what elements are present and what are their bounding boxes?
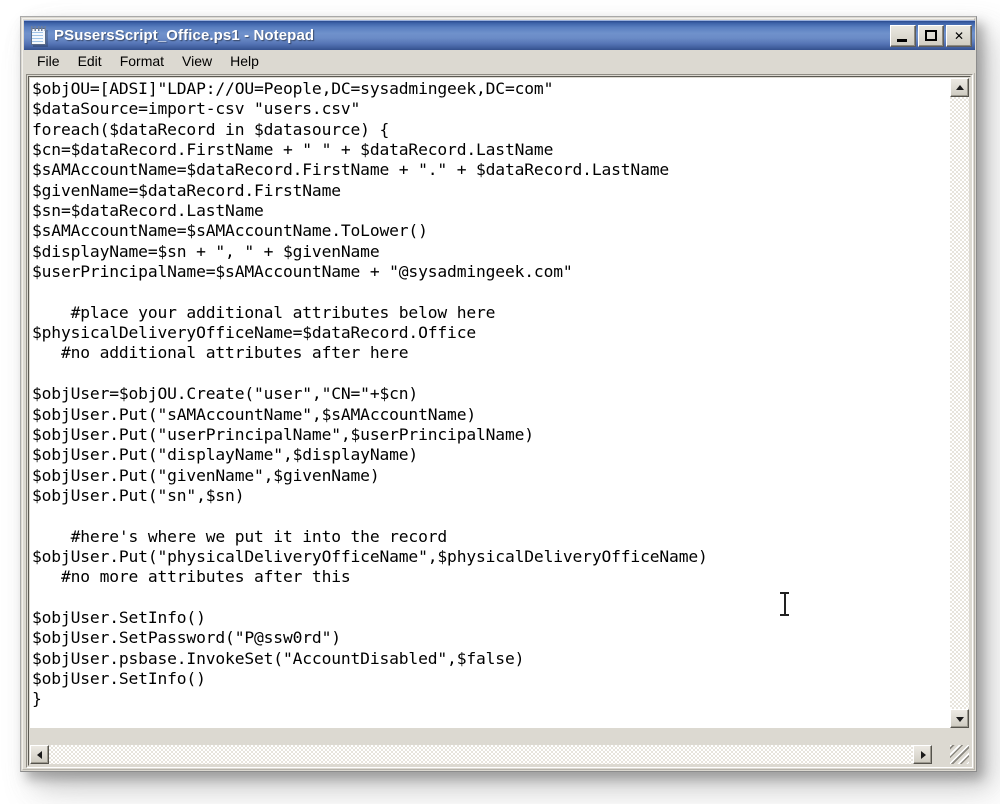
scroll-up-button[interactable] bbox=[950, 78, 969, 97]
menu-edit[interactable]: Edit bbox=[69, 51, 111, 72]
menu-file[interactable]: File bbox=[28, 51, 69, 72]
scroll-left-button[interactable] bbox=[30, 745, 49, 764]
menu-view[interactable]: View bbox=[173, 51, 221, 72]
scroll-down-arrow-icon bbox=[955, 716, 964, 722]
text-editor-area[interactable]: $objOU=[ADSI]"LDAP://OU=People,DC=sysadm… bbox=[30, 78, 951, 728]
vertical-scroll-trough[interactable] bbox=[950, 97, 969, 709]
scroll-up-arrow-icon bbox=[955, 84, 964, 90]
menu-help[interactable]: Help bbox=[221, 51, 268, 72]
maximize-icon bbox=[925, 29, 937, 41]
scroll-right-arrow-icon bbox=[920, 750, 926, 759]
horizontal-scrollbar[interactable] bbox=[30, 745, 951, 764]
close-button[interactable]: ✕ bbox=[946, 24, 972, 47]
vertical-scrollbar[interactable] bbox=[950, 78, 969, 728]
minimize-icon bbox=[897, 38, 907, 42]
page-root: PSusersScript_Office.ps1 - Notepad ✕ Fil… bbox=[0, 0, 1000, 804]
window-title: PSusersScript_Office.ps1 - Notepad bbox=[54, 27, 315, 44]
close-icon: ✕ bbox=[953, 28, 965, 43]
horizontal-scroll-trough[interactable] bbox=[49, 745, 932, 764]
title-bar[interactable]: PSusersScript_Office.ps1 - Notepad ✕ bbox=[24, 20, 975, 50]
script-content[interactable]: $objOU=[ADSI]"LDAP://OU=People,DC=sysadm… bbox=[32, 79, 708, 710]
notepad-window: PSusersScript_Office.ps1 - Notepad ✕ Fil… bbox=[20, 16, 977, 772]
menu-format[interactable]: Format bbox=[111, 51, 173, 72]
menu-bar: File Edit Format View Help bbox=[24, 50, 975, 73]
caption-button-group: ✕ bbox=[890, 24, 972, 47]
scroll-left-arrow-icon bbox=[36, 750, 42, 759]
notepad-icon bbox=[29, 25, 49, 47]
maximize-button[interactable] bbox=[918, 24, 944, 47]
editor-client-area: $objOU=[ADSI]"LDAP://OU=People,DC=sysadm… bbox=[26, 74, 973, 768]
resize-grip-icon[interactable] bbox=[950, 745, 969, 764]
scroll-right-button[interactable] bbox=[913, 745, 932, 764]
scroll-down-button[interactable] bbox=[950, 709, 969, 728]
minimize-button[interactable] bbox=[890, 24, 916, 47]
